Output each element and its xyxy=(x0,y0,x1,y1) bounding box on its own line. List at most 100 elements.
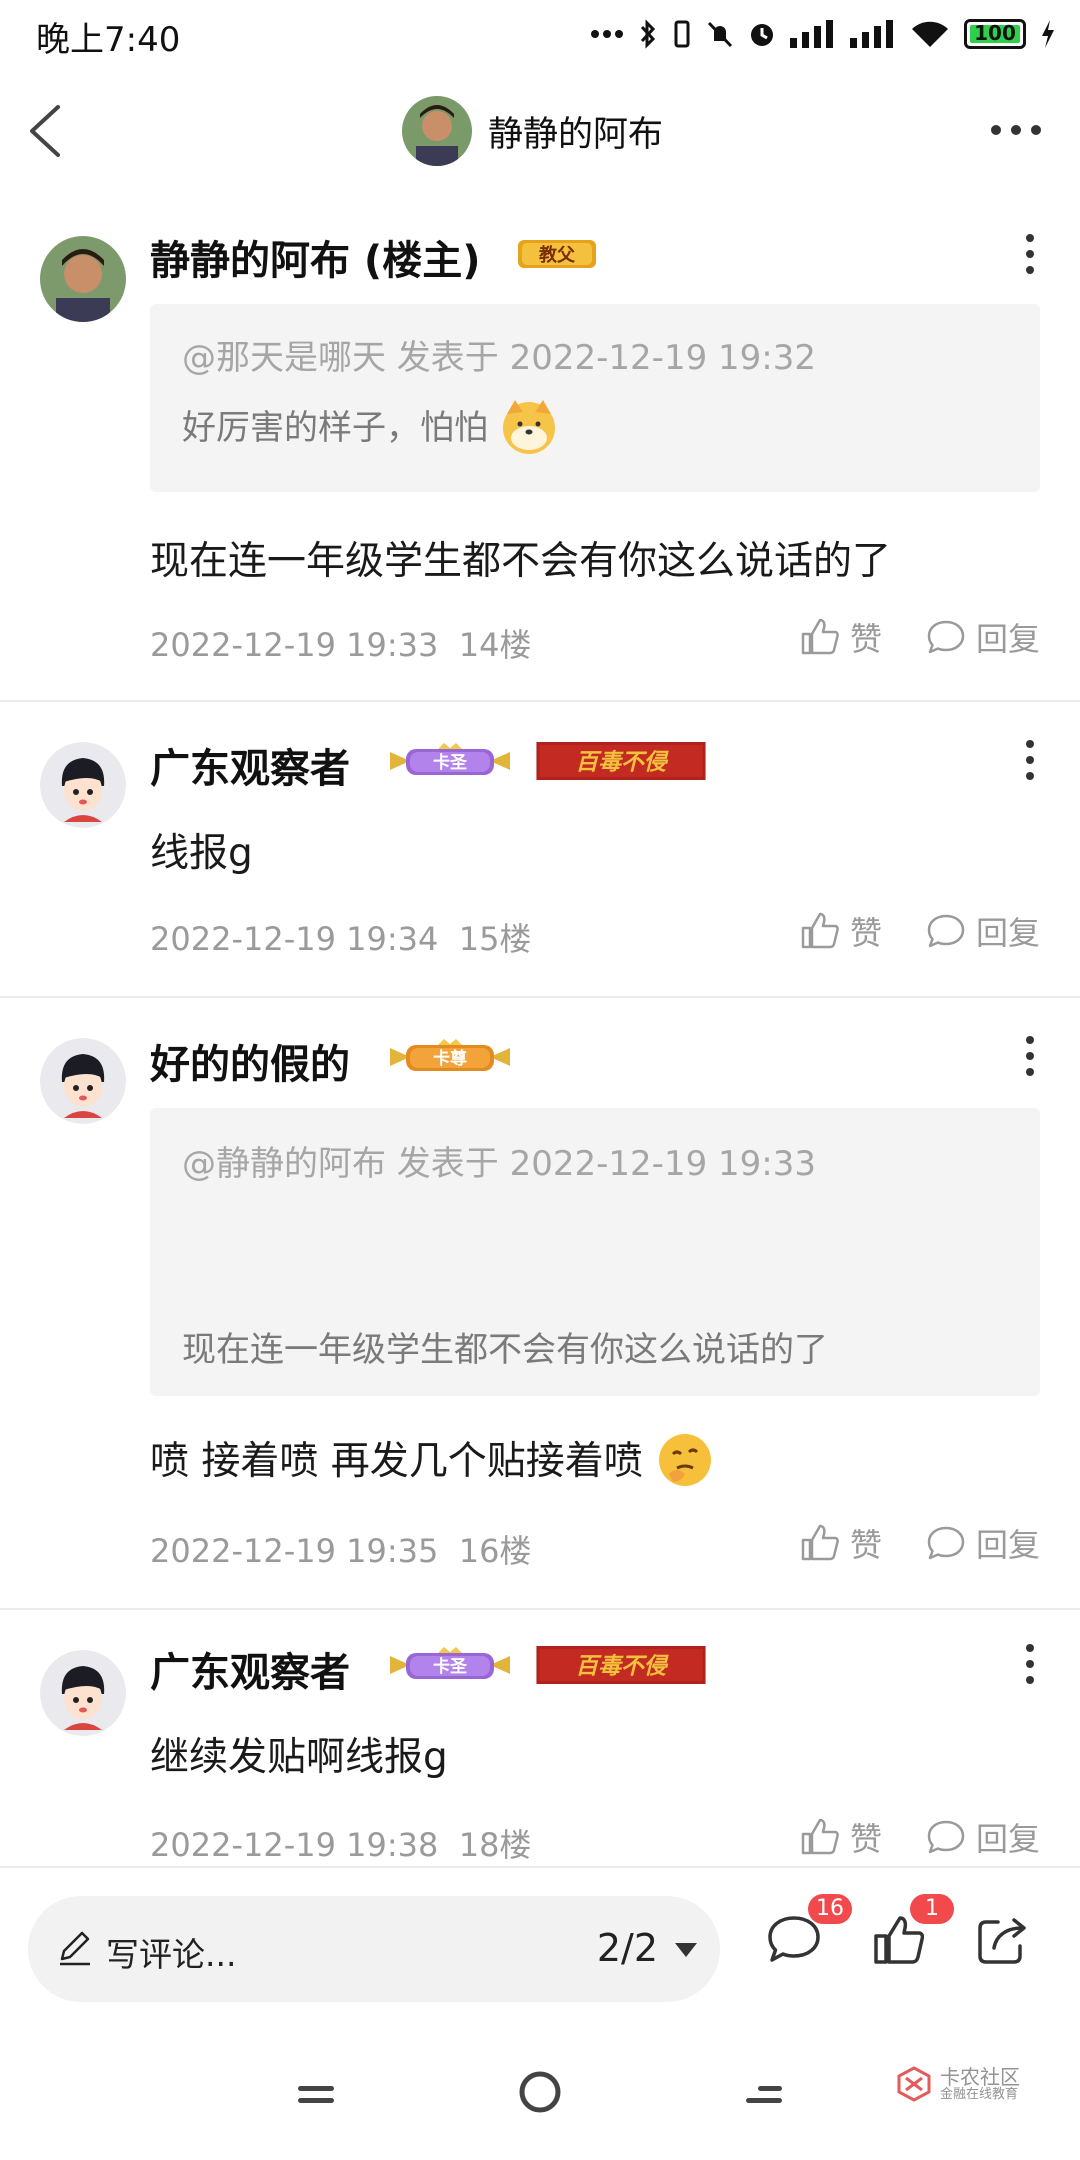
comment-bubble-icon xyxy=(927,1526,965,1560)
thumbs-up-icon xyxy=(801,1818,839,1855)
reply-button[interactable]: 回复 xyxy=(926,908,1040,954)
watermark-name: 卡农社区 xyxy=(940,2065,1020,2089)
svg-text:卡圣: 卡圣 xyxy=(433,752,468,773)
post-time: 2022-12-19 19:33 xyxy=(150,626,439,664)
username[interactable]: 广东观察者 xyxy=(150,736,350,794)
avatar[interactable] xyxy=(40,1038,126,1124)
post-time: 2022-12-19 19:38 xyxy=(150,1826,439,1864)
post-meta: 2022-12-19 19:35 16楼 xyxy=(150,1526,531,1572)
kebab-menu-icon[interactable] xyxy=(1020,738,1040,782)
thumbs-up-icon xyxy=(801,1524,839,1561)
comment-placeholder: 写评论... xyxy=(106,1935,237,1974)
post-actions: 赞 回复 xyxy=(800,614,1040,660)
reply-button[interactable]: 回复 xyxy=(926,1814,1040,1860)
page-indicator[interactable]: 2/2 xyxy=(597,1926,658,1970)
caret-down-icon[interactable] xyxy=(674,1942,698,1958)
quote-block[interactable]: @静静的阿布 发表于 2022-12-19 19:33 现在连一年级学生都不会有… xyxy=(150,1108,1040,1396)
svg-text:百毒不侵: 百毒不侵 xyxy=(575,1654,669,1680)
post-time: 2022-12-19 19:34 xyxy=(150,920,439,958)
post-meta: 2022-12-19 19:33 14楼 xyxy=(150,620,531,666)
comments-button[interactable]: 16 xyxy=(766,1894,852,1970)
avatar[interactable] xyxy=(40,742,126,828)
more-dots-icon xyxy=(591,30,623,38)
post-actions: 赞 回复 xyxy=(800,1814,1040,1860)
comment-bubble-icon xyxy=(927,914,965,948)
title-badge: 卡尊 xyxy=(390,1039,510,1071)
nav-bar: 静静的阿布 xyxy=(0,66,1080,196)
battery-icon: 100 xyxy=(964,19,1026,49)
page-title: 静静的阿布 xyxy=(488,115,664,155)
username[interactable]: 广东观察者 xyxy=(150,1640,350,1698)
menu-icon[interactable] xyxy=(296,2074,336,2114)
comment-icon xyxy=(768,1916,820,1962)
bluetooth-icon xyxy=(640,19,656,49)
quote-text: 好厉害的样子，怕怕 xyxy=(182,399,559,456)
watermark-logo: 卡农社区 金融在线教育 xyxy=(896,2066,1020,2102)
title-badge: 卡圣 xyxy=(390,1647,510,1679)
post-item: 好的的假的 卡尊 @静静的阿布 发表于 2022-12-19 19:33 现在连… xyxy=(0,998,1080,1610)
chevron-left-icon[interactable] xyxy=(20,101,80,161)
signal-icon xyxy=(790,20,833,48)
watermark-sub: 金融在线教育 xyxy=(940,2087,1019,2102)
quote-meta: @那天是哪天 发表于 2022-12-19 19:32 xyxy=(182,338,816,378)
post-item: 静静的阿布 (楼主) 教父 @那天是哪天 发表于 2022-12-19 19:3… xyxy=(0,196,1080,702)
doge-emoji-icon xyxy=(502,399,555,454)
title-badge: 百毒不侵 xyxy=(536,1646,706,1684)
avatar[interactable] xyxy=(402,96,472,166)
like-button[interactable]: 赞 xyxy=(800,614,882,660)
title-badge: 百毒不侵 xyxy=(536,742,706,780)
comment-bubble-icon xyxy=(927,620,965,654)
like-count-badge: 1 xyxy=(910,1894,954,1924)
post-body: 现在连一年级学生都不会有你这么说话的了 xyxy=(150,539,892,584)
like-button[interactable]: 赞 xyxy=(800,1814,882,1860)
comment-input[interactable]: 写评论... 2/2 xyxy=(28,1896,720,2002)
title-badge: 教父 xyxy=(518,240,596,268)
post-actions: 赞 回复 xyxy=(800,1520,1040,1566)
username[interactable]: 静静的阿布 (楼主) xyxy=(150,228,481,286)
kanong-logo-icon xyxy=(897,2066,931,2102)
more-horizontal-icon[interactable] xyxy=(988,118,1044,142)
charging-icon xyxy=(1042,20,1054,48)
thumbs-up-icon xyxy=(801,912,839,949)
system-nav-bar: 卡农社区 金融在线教育 xyxy=(0,2030,1080,2160)
floor-number: 15楼 xyxy=(458,920,532,958)
kebab-menu-icon[interactable] xyxy=(1020,1642,1040,1686)
status-time: 晚上7:40 xyxy=(36,20,181,60)
thumbs-up-icon xyxy=(801,618,839,655)
post-body: 继续发贴啊线报g xyxy=(150,1735,448,1780)
signal-icon xyxy=(850,20,893,48)
post-item: 广东观察者 卡圣 百毒不侵 继续发贴啊线报g 2022-12-19 19:38 … xyxy=(0,1610,1080,1866)
floor-number: 16楼 xyxy=(458,1532,532,1570)
back-gesture-icon[interactable] xyxy=(744,2074,784,2114)
status-icons: 100 xyxy=(590,14,1056,54)
like-post-button[interactable]: 1 xyxy=(874,1894,954,1970)
home-icon[interactable] xyxy=(518,2070,562,2114)
reply-button[interactable]: 回复 xyxy=(926,1520,1040,1566)
wifi-icon xyxy=(912,21,948,47)
svg-text:百毒不侵: 百毒不侵 xyxy=(575,750,669,776)
comment-count-badge: 16 xyxy=(808,1894,852,1924)
like-button[interactable]: 赞 xyxy=(800,1520,882,1566)
kebab-menu-icon[interactable] xyxy=(1020,232,1040,276)
floor-number: 14楼 xyxy=(458,626,532,664)
avatar[interactable] xyxy=(40,236,126,322)
svg-text:卡圣: 卡圣 xyxy=(433,1656,468,1677)
reply-button[interactable]: 回复 xyxy=(926,614,1040,660)
title-badge: 卡圣 xyxy=(390,743,510,775)
like-button[interactable]: 赞 xyxy=(800,908,882,954)
floor-number: 18楼 xyxy=(458,1826,532,1864)
post-actions: 赞 回复 xyxy=(800,908,1040,954)
avatar[interactable] xyxy=(40,1650,126,1736)
mute-icon xyxy=(707,21,733,48)
bottom-action-bar: 写评论... 2/2 16 1 xyxy=(0,1866,1080,2030)
status-bar: 晚上7:40 100 xyxy=(0,0,1080,66)
username[interactable]: 好的的假的 xyxy=(150,1032,350,1090)
share-button[interactable] xyxy=(976,1914,1030,1970)
thinking-emoji-icon xyxy=(659,1433,712,1486)
quote-text: 现在连一年级学生都不会有你这么说话的了 xyxy=(182,1330,828,1370)
share-icon xyxy=(978,1918,1026,1964)
quote-block[interactable]: @那天是哪天 发表于 2022-12-19 19:32 好厉害的样子，怕怕 xyxy=(150,304,1040,492)
kebab-menu-icon[interactable] xyxy=(1020,1034,1040,1078)
post-body: 线报g xyxy=(150,831,253,876)
pencil-icon xyxy=(60,1931,90,1966)
